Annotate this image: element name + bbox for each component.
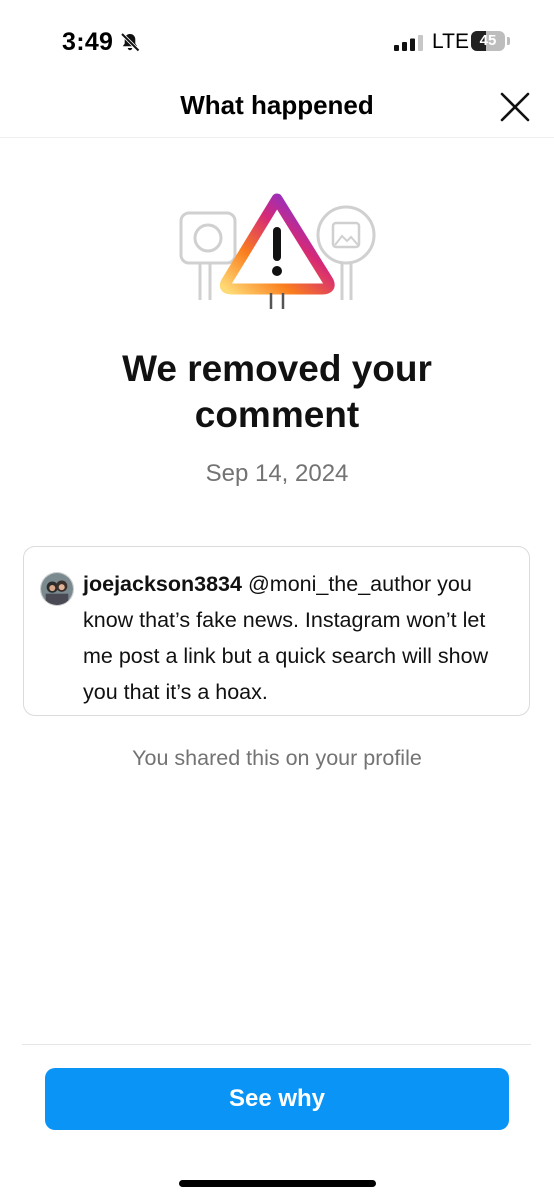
- status-time: 3:49: [62, 28, 114, 56]
- avatar: [40, 572, 74, 606]
- header: What happened: [0, 80, 554, 138]
- page-title: What happened: [180, 90, 374, 120]
- home-indicator: [179, 1180, 376, 1187]
- battery-level: 45: [479, 32, 497, 49]
- bell-slash-icon: [120, 32, 140, 52]
- shared-note: You shared this on your profile: [132, 746, 422, 770]
- footer-divider: [22, 1044, 531, 1045]
- network-type: LTE: [432, 30, 469, 53]
- warning-triangle-icon: [219, 193, 335, 309]
- removed-comment-card: joejackson3834 @moni_the_author you know…: [23, 546, 530, 716]
- cellular-signal-icon: [394, 35, 423, 51]
- removal-date: Sep 14, 2024: [205, 460, 349, 487]
- see-why-button[interactable]: See why: [45, 1068, 509, 1130]
- warning-illustration: [179, 193, 376, 309]
- comment-username: joejackson3834: [83, 572, 242, 596]
- status-bar: 3:49 LTE 45: [0, 0, 554, 80]
- battery-icon: 45: [471, 31, 511, 51]
- close-icon[interactable]: [496, 88, 534, 126]
- comment-text: joejackson3834 @moni_the_author you know…: [83, 566, 513, 710]
- removal-headline: We removed your comment: [122, 348, 432, 435]
